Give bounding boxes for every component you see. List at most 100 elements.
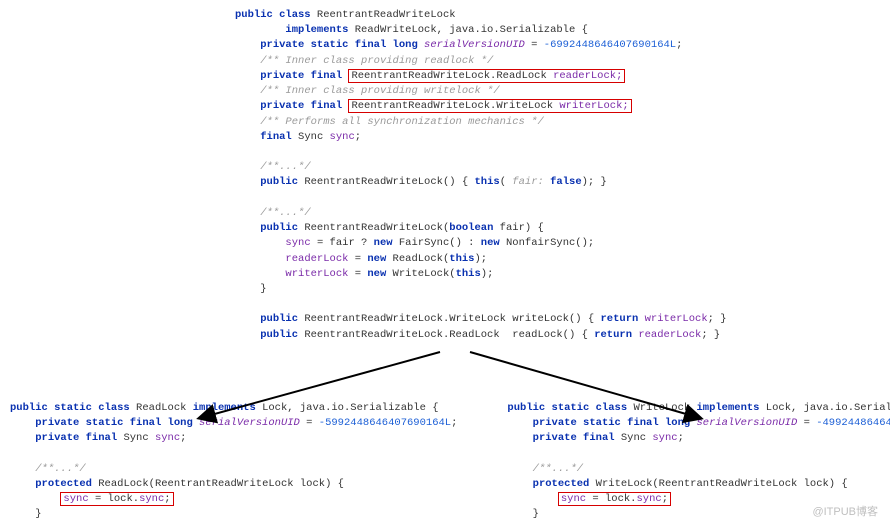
- kw: private static final long: [260, 39, 424, 51]
- code: public static class ReadLock implements …: [10, 401, 457, 523]
- top-code-block: public class ReentrantReadWriteLock impl…: [235, 8, 805, 343]
- kw: private static final long: [533, 417, 697, 429]
- f: writerLock;: [559, 100, 628, 112]
- f: serialVersionUID: [199, 417, 300, 429]
- code: public class ReentrantReadWriteLock impl…: [235, 8, 805, 343]
- p: fair:: [506, 176, 550, 188]
- kw: implements: [285, 24, 348, 36]
- n: -4992448646407690164L: [816, 417, 890, 429]
- kw: this: [474, 176, 499, 188]
- c: /**...*/: [260, 161, 310, 173]
- f: sync: [155, 432, 180, 444]
- kw: private final: [260, 100, 348, 112]
- c: /**...*/: [35, 463, 85, 475]
- kw: private final: [533, 432, 615, 444]
- t: ;: [678, 432, 684, 444]
- t: }: [35, 508, 41, 520]
- f: readerLock: [285, 253, 348, 265]
- kw: new: [367, 268, 386, 280]
- kw: public: [260, 313, 298, 325]
- t: ;: [355, 131, 361, 143]
- highlight-writelock: ReentrantReadWriteLock.WriteLock writerL…: [348, 99, 631, 113]
- t: WriteLock(: [386, 268, 455, 280]
- f: sync: [330, 131, 355, 143]
- t: = lock.: [89, 493, 139, 505]
- t: NonfairSync();: [500, 237, 595, 249]
- t: fair) {: [493, 222, 543, 234]
- c: /**...*/: [533, 463, 583, 475]
- kw: public static class: [10, 402, 130, 414]
- f: serialVersionUID: [424, 39, 525, 51]
- t: ); }: [582, 176, 607, 188]
- t: Lock, java.io.Serializable {: [256, 402, 439, 414]
- t: =: [348, 253, 367, 265]
- kw: this: [449, 253, 474, 265]
- t: = fair ?: [311, 237, 374, 249]
- t: );: [481, 268, 494, 280]
- t: =: [348, 268, 367, 280]
- t: =: [797, 417, 816, 429]
- t: ReentrantReadWriteLock() {: [298, 176, 474, 188]
- kw: public: [260, 222, 298, 234]
- t: );: [474, 253, 487, 265]
- t: ReadLock: [130, 402, 193, 414]
- kw: implements: [696, 402, 759, 414]
- kw: protected: [533, 478, 590, 490]
- t: Lock, java.io.Serializable {: [759, 402, 890, 414]
- t: =: [525, 39, 544, 51]
- t: ; }: [701, 329, 720, 341]
- kw: this: [456, 268, 481, 280]
- t: ReentrantReadWriteLock: [311, 9, 456, 21]
- kw: return: [600, 313, 638, 325]
- kw: public: [260, 176, 298, 188]
- t: ;: [164, 493, 170, 505]
- f: serialVersionUID: [696, 417, 797, 429]
- kw: new: [367, 253, 386, 265]
- t: ReentrantReadWriteLock.ReadLock readLock…: [298, 329, 594, 341]
- highlight-sync: sync = lock.sync;: [558, 492, 671, 506]
- n: -5992448646407690164L: [319, 417, 451, 429]
- t: ; }: [708, 313, 727, 325]
- t: ReadLock(ReentrantReadWriteLock lock) {: [92, 478, 344, 490]
- t: FairSync() :: [393, 237, 481, 249]
- t: Sync: [117, 432, 155, 444]
- f: sync: [561, 493, 586, 505]
- c: /** Inner class providing readlock */: [260, 55, 493, 67]
- bottom-row: public static class ReadLock implements …: [10, 401, 880, 523]
- kw: new: [374, 237, 393, 249]
- t: ;: [662, 493, 668, 505]
- t: ReentrantReadWriteLock.WriteLock writeLo…: [298, 313, 600, 325]
- c: /** Performs all synchronization mechani…: [260, 116, 544, 128]
- c: /** Inner class providing writelock */: [260, 85, 499, 97]
- kw: final: [260, 131, 292, 143]
- t: ;: [451, 417, 457, 429]
- t: =: [300, 417, 319, 429]
- kw: private final: [260, 70, 348, 82]
- kw: public static class: [507, 402, 627, 414]
- f: sync: [139, 493, 164, 505]
- t: ReentrantReadWriteLock.ReadLock: [351, 70, 553, 82]
- t: = lock.: [586, 493, 636, 505]
- t: ReentrantReadWriteLock(: [298, 222, 449, 234]
- t: WriteLock(ReentrantReadWriteLock lock) {: [589, 478, 847, 490]
- f: sync: [652, 432, 677, 444]
- f: readerLock: [638, 329, 701, 341]
- highlight-readlock: ReentrantReadWriteLock.ReadLock readerLo…: [348, 69, 625, 83]
- kw: return: [594, 329, 632, 341]
- t: }: [533, 508, 539, 520]
- t: ReadLock(: [386, 253, 449, 265]
- n: -6992448646407690164L: [544, 39, 676, 51]
- t: ;: [676, 39, 682, 51]
- kw: private final: [35, 432, 117, 444]
- t: ;: [180, 432, 186, 444]
- kw: false: [550, 176, 582, 188]
- t: Sync: [615, 432, 653, 444]
- kw: public: [260, 329, 298, 341]
- f: sync: [636, 493, 661, 505]
- kw: private static final long: [35, 417, 199, 429]
- t: ReentrantReadWriteLock.WriteLock: [351, 100, 559, 112]
- highlight-sync: sync = lock.sync;: [60, 492, 173, 506]
- t: ReadWriteLock, java.io.Serializable {: [348, 24, 587, 36]
- f: writerLock: [645, 313, 708, 325]
- t: }: [260, 283, 266, 295]
